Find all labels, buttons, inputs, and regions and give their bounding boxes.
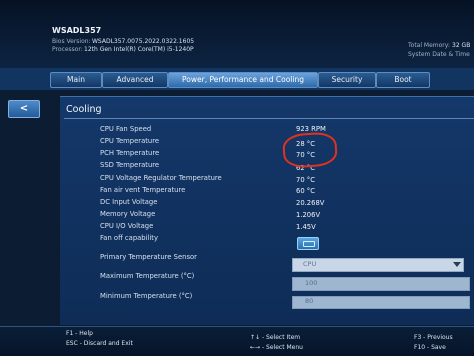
save-hint: F10 - Save <box>414 344 446 351</box>
fan-air-vent-temperature-value: 60 °C <box>296 187 315 195</box>
bios-version-value: WSADL357.0075.2022.0322.1605 <box>92 38 195 45</box>
system-date-time-label: System Date & Time <box>408 51 470 58</box>
fan-off-capability-checkbox[interactable] <box>297 237 319 250</box>
maximum-temperature-value: 100 <box>305 279 318 287</box>
minimum-temperature-value: 80 <box>305 297 314 305</box>
cpu-vr-temperature-label: CPU Voltage Regulator Temperature <box>100 174 222 182</box>
previous-hint: F3 - Previous <box>414 334 453 341</box>
checkbox-inner-icon <box>303 241 315 247</box>
back-button[interactable]: < <box>8 100 40 118</box>
fan-air-vent-temperature-label: Fan air vent Temperature <box>100 186 186 194</box>
tab-power-performance-cooling[interactable]: Power, Performance and Cooling <box>168 72 318 88</box>
select-menu-hint: ←→ - Select Menu <box>250 344 303 351</box>
pch-temperature-label: PCH Temperature <box>100 149 160 157</box>
tab-security[interactable]: Security <box>318 72 376 88</box>
total-memory-label: Total Memory: <box>408 42 450 49</box>
section-title: Cooling <box>66 104 102 115</box>
cpu-temperature-label: CPU Temperature <box>100 137 160 145</box>
total-memory-value: 32 GB <box>452 42 471 49</box>
dc-input-voltage-label: DC Input Voltage <box>100 198 158 206</box>
tab-main[interactable]: Main <box>50 72 102 88</box>
bios-version-label: Bios Version: <box>52 38 91 45</box>
maximum-temperature-label: Maximum Temperature (°C) <box>100 272 195 280</box>
tab-advanced[interactable]: Advanced <box>102 72 168 88</box>
memory-voltage-label: Memory Voltage <box>100 210 156 218</box>
primary-temperature-sensor-value: CPU <box>303 260 317 268</box>
memory-voltage-value: 1.206V <box>296 211 321 219</box>
select-item-hint: ↑↓ - Select Item <box>250 334 301 341</box>
maximum-temperature-input[interactable]: 100 <box>292 277 470 291</box>
tab-boot[interactable]: Boot <box>376 72 430 88</box>
discard-exit-hint: ESC - Discard and Exit <box>66 340 133 347</box>
minimum-temperature-input[interactable]: 80 <box>292 296 470 309</box>
fan-off-capability-label: Fan off capability <box>100 234 158 242</box>
cpu-io-voltage-value: 1.45V <box>296 223 316 231</box>
cpu-fan-speed-label: CPU Fan Speed <box>100 125 152 133</box>
chevron-down-icon <box>453 262 461 267</box>
primary-temperature-sensor-label: Primary Temperature Sensor <box>100 253 197 261</box>
cpu-vr-temperature-value: 70 °C <box>296 176 315 184</box>
cpu-io-voltage-label: CPU I/O Voltage <box>100 222 154 230</box>
model-name: WSADL357 <box>52 26 102 35</box>
back-arrow-icon: < <box>19 103 29 114</box>
primary-temperature-sensor-select[interactable]: CPU <box>292 258 464 272</box>
ssd-temperature-label: SSD Temperature <box>100 161 160 169</box>
processor-label: Processor: <box>52 46 83 53</box>
dc-input-voltage-value: 20.268V <box>296 199 325 207</box>
section-divider <box>64 118 474 119</box>
processor-value: 12th Gen Intel(R) Core(TM) i5-1240P <box>84 46 194 53</box>
minimum-temperature-label: Minimum Temperature (°C) <box>100 292 193 300</box>
help-hint: F1 - Help <box>66 330 93 337</box>
